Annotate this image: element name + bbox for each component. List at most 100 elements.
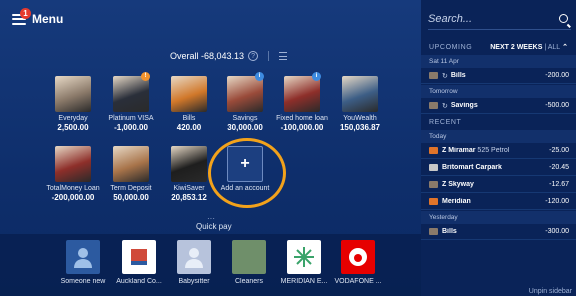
transaction-row[interactable]: Meridian -120.00 <box>421 194 576 210</box>
transaction-amount: -300.00 <box>545 228 569 235</box>
transaction-name: Z Skyway <box>442 181 549 188</box>
payee-avatar <box>232 240 266 274</box>
main-panel: 1 Menu Overall -68,043.13 ? Everyday 2,50… <box>0 0 421 296</box>
upcoming-header: UPCOMING NEXT 2 WEEKS | ALL ⌃ <box>421 40 576 54</box>
date-group-label: Tomorrow <box>421 85 576 98</box>
quick-pay-item[interactable]: Cleaners <box>221 240 277 285</box>
payee-name: MERIDIAN E... <box>280 278 328 285</box>
account-balance: 50,000.00 <box>113 193 149 202</box>
payee-icon <box>429 147 438 154</box>
transaction-amount: -20.45 <box>549 164 569 171</box>
account-tile[interactable]: TotalMoney Loan -200,000.00 <box>43 146 103 202</box>
recent-header: RECENT <box>421 115 576 129</box>
account-balance: 20,853.12 <box>171 193 207 202</box>
account-name: Term Deposit <box>110 185 152 192</box>
account-image <box>113 76 149 112</box>
alert-badge-icon: ! <box>141 72 150 81</box>
info-badge-icon: i <box>312 72 321 81</box>
account-tile[interactable]: Bills 420.00 <box>159 76 219 132</box>
info-badge-icon: i <box>255 72 264 81</box>
chevron-up-icon[interactable]: ⌃ <box>562 44 568 51</box>
top-bar: 1 Menu <box>0 0 421 36</box>
payee-avatar <box>341 240 375 274</box>
transaction-amount: -500.00 <box>545 102 569 109</box>
account-image <box>55 76 91 112</box>
account-name: Bills <box>182 115 196 122</box>
payee-name: Auckland Co... <box>116 278 162 285</box>
search-placeholder: Search... <box>428 12 473 25</box>
transaction-row[interactable]: Z Skyway -12.67 <box>421 177 576 193</box>
account-name: YouWealth <box>343 115 377 122</box>
transaction-row[interactable]: ↻ Bills -200.00 <box>421 68 576 84</box>
quick-pay-heading: Quick pay <box>196 222 232 231</box>
account-name: TotalMoney Loan <box>46 185 100 192</box>
recurring-icon: ↻ <box>442 72 448 80</box>
payee-icon <box>429 102 438 109</box>
transaction-row[interactable]: ↻ Savings -500.00 <box>421 98 576 114</box>
upcoming-label: UPCOMING <box>429 43 473 51</box>
transaction-row[interactable]: Bills -300.00 <box>421 224 576 240</box>
payee-icon <box>429 198 438 205</box>
quick-pay-item[interactable]: Someone new <box>55 240 111 285</box>
account-image <box>55 146 91 182</box>
transaction-title: Britomart Carpark <box>442 164 502 171</box>
account-balance: 2,500.00 <box>57 123 89 132</box>
transaction-amount: -12.67 <box>549 181 569 188</box>
menu-button[interactable]: 1 Menu <box>12 8 64 26</box>
search-input[interactable]: Search... <box>428 8 571 30</box>
payee-icon <box>429 72 438 79</box>
quick-pay-item[interactable]: MERIDIAN E... <box>276 240 332 285</box>
transaction-row[interactable]: Britomart Carpark -20.45 <box>421 160 576 176</box>
transaction-amount: -120.00 <box>545 198 569 205</box>
account-name: Everyday <box>58 115 88 122</box>
quick-pay-item[interactable]: Auckland Co... <box>111 240 167 285</box>
account-name: Platinum VISA <box>108 115 154 122</box>
transaction-title: Z Skyway <box>442 181 474 188</box>
payee-avatar <box>287 240 321 274</box>
quick-pay-item[interactable]: Babysitter <box>166 240 222 285</box>
range-filter[interactable]: NEXT 2 WEEKS | ALL ⌃ <box>490 43 568 51</box>
search-icon[interactable] <box>559 14 568 23</box>
account-name: Fixed home loan <box>276 115 328 122</box>
account-balance: -100,000.00 <box>280 123 324 132</box>
transaction-title: Bills <box>450 72 466 79</box>
account-tile[interactable]: i Fixed home loan -100,000.00 <box>272 72 332 132</box>
transaction-title: Bills <box>442 228 457 235</box>
transaction-title: Z Miramar <box>442 147 476 154</box>
date-group-label: Yesterday <box>421 211 576 224</box>
payee-name: Cleaners <box>234 278 263 285</box>
help-icon[interactable]: ? <box>248 51 259 61</box>
account-tile[interactable]: Everyday 2,500.00 <box>43 76 103 132</box>
notification-badge: 1 <box>20 8 31 19</box>
range-all[interactable]: | ALL <box>544 44 560 51</box>
account-image <box>171 146 207 182</box>
unpin-sidebar-link[interactable]: Unpin sidebar <box>529 288 572 295</box>
account-tile[interactable]: i Savings 30,000.00 <box>215 72 275 132</box>
transaction-name: Savings <box>451 102 545 109</box>
transaction-name: Britomart Carpark <box>442 164 549 171</box>
transaction-name: Z Miramar 525 Petrol <box>442 147 549 154</box>
transaction-name: Meridian <box>442 198 545 205</box>
account-tile[interactable]: ! Platinum VISA -1,000.00 <box>101 72 161 132</box>
payee-name: Babysitter <box>178 278 210 285</box>
overall-summary: Overall -68,043.13 ? <box>170 51 288 61</box>
account-balance: -200,000.00 <box>51 193 95 202</box>
quick-pay-strip: Someone new Auckland Co... Babysitter Clean… <box>0 234 421 296</box>
account-tile[interactable]: YouWealth 150,036.87 <box>330 76 390 132</box>
transaction-title: Meridian <box>442 198 471 205</box>
date-group-label: Sat 11 Apr <box>421 55 576 68</box>
account-name: Savings <box>232 115 258 122</box>
account-image <box>284 76 320 112</box>
account-image <box>113 146 149 182</box>
menu-label: Menu <box>32 12 64 26</box>
payee-name: Someone new <box>60 278 106 285</box>
range-next-2-weeks[interactable]: NEXT 2 WEEKS <box>490 44 542 51</box>
transaction-row[interactable]: Z Miramar 525 Petrol -25.00 <box>421 143 576 159</box>
account-image <box>342 76 378 112</box>
quick-pay-item[interactable]: VODAFONE ... <box>330 240 386 285</box>
transaction-amount: -200.00 <box>545 72 569 79</box>
account-tile[interactable]: Term Deposit 50,000.00 <box>101 146 161 202</box>
recent-label: RECENT <box>429 118 462 126</box>
list-view-icon[interactable] <box>279 52 288 60</box>
payee-name: VODAFONE ... <box>334 278 382 285</box>
